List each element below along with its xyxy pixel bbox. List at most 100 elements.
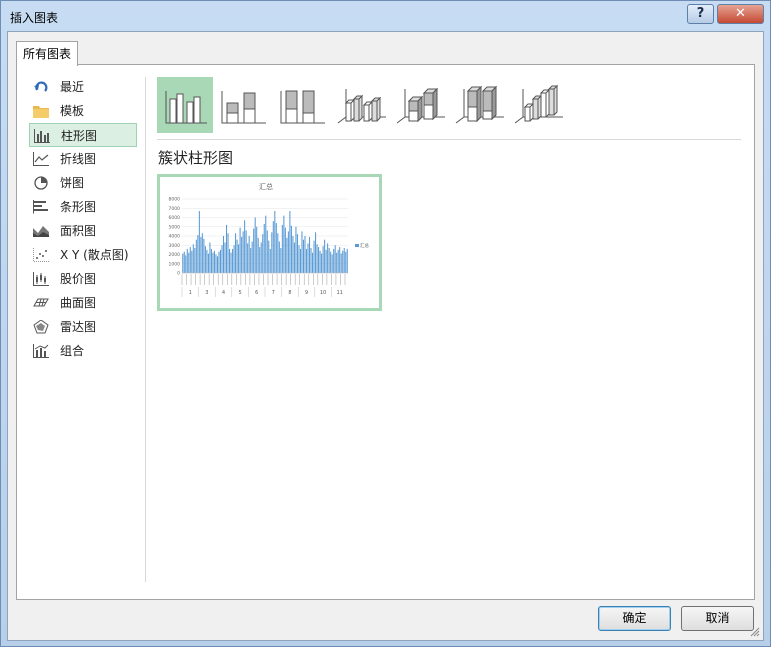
3d-column-subtype[interactable] — [511, 77, 567, 133]
bar — [247, 243, 249, 273]
bar — [218, 251, 220, 273]
chart-type-list: 最近 模板 柱形图 折线图 饼图 条形图 面积图 X Y (散点图) 股价图 曲… — [29, 75, 137, 363]
bar — [191, 250, 193, 273]
bar — [263, 223, 265, 273]
x-group-label: 1 — [189, 290, 192, 296]
bar — [209, 242, 211, 273]
bar — [194, 248, 196, 273]
bar — [192, 244, 194, 273]
bar — [189, 247, 191, 273]
scatter-chart-icon — [33, 248, 49, 262]
bar — [256, 226, 258, 273]
bar — [298, 245, 300, 273]
bar-chart-icon — [33, 200, 48, 214]
x-group-label: 7 — [272, 290, 275, 296]
sidebar-item-bar[interactable]: 条形图 — [29, 195, 137, 219]
bar — [203, 238, 205, 273]
bar — [213, 250, 215, 273]
dialog-client: 所有图表 最近 模板 柱形图 折线图 饼图 条形图 面积图 X Y (散点图) … — [7, 31, 764, 641]
stacked-column-subtype[interactable] — [216, 77, 272, 133]
sidebar-item-column[interactable]: 柱形图 — [29, 123, 137, 147]
combo-chart-icon — [33, 344, 49, 358]
bar — [224, 242, 226, 273]
chart-title: 汇总 — [259, 182, 273, 191]
legend-label: 汇总 — [360, 242, 369, 249]
x-group-label: 10 — [320, 290, 326, 296]
y-tick-label: 5000 — [169, 224, 181, 230]
bar — [225, 224, 228, 273]
bar — [302, 239, 305, 273]
bar — [219, 249, 222, 274]
bar — [336, 252, 338, 273]
bar — [185, 255, 187, 273]
bar — [241, 236, 243, 273]
tab-all-charts[interactable]: 所有图表 — [16, 41, 79, 66]
y-tick-label: 3000 — [169, 243, 181, 249]
bar — [343, 248, 345, 273]
sidebar-item-surface[interactable]: 曲面图 — [29, 291, 137, 315]
bar — [254, 217, 256, 273]
bar — [334, 245, 336, 273]
selected-chart-type-title: 簇状柱形图 — [158, 149, 234, 167]
bar — [229, 248, 231, 273]
clustered-column-subtype[interactable] — [157, 77, 213, 133]
bar — [215, 254, 217, 273]
bar — [274, 211, 276, 273]
sidebar-item-recent[interactable]: 最近 — [29, 75, 137, 99]
help-button[interactable]: ? — [687, 4, 714, 24]
sidebar-item-templates[interactable]: 模板 — [29, 99, 137, 123]
ok-button[interactable]: 确定 — [598, 606, 671, 631]
3d-column-icon — [514, 84, 563, 124]
pie-chart-icon — [34, 176, 48, 190]
3d-stacked-column-subtype[interactable] — [393, 77, 449, 133]
close-button[interactable]: ✕ — [717, 4, 764, 24]
bar — [197, 235, 199, 273]
bar — [296, 234, 298, 273]
bar — [268, 240, 270, 274]
bar — [308, 236, 311, 273]
chart-preview[interactable]: 汇总 0 1000 2000 3000 4000 5000 6000 7000 8000 1 3 4… — [157, 174, 382, 311]
100-stacked-column-subtype[interactable] — [275, 77, 331, 133]
3d-clustered-column-subtype[interactable] — [334, 77, 390, 133]
3d-100-stacked-column-subtype[interactable] — [452, 77, 508, 133]
sidebar-item-stock[interactable]: 股价图 — [29, 267, 137, 291]
bar — [310, 248, 312, 273]
bar — [304, 236, 306, 273]
bar — [227, 233, 229, 273]
cancel-button[interactable]: 取消 — [681, 606, 754, 631]
x-group-label: 5 — [239, 290, 242, 296]
bar — [339, 247, 341, 273]
area-chart-icon — [33, 226, 49, 237]
sidebar-item-pie[interactable]: 饼图 — [29, 171, 137, 195]
bar — [316, 244, 318, 273]
y-tick-label: 0 — [177, 271, 180, 277]
folder-icon — [33, 106, 49, 118]
bar — [183, 251, 185, 273]
x-group-label: 6 — [255, 290, 258, 296]
bar — [319, 250, 321, 273]
bar — [271, 232, 273, 273]
bar — [337, 249, 339, 274]
resize-grip-icon[interactable] — [750, 627, 760, 637]
title-bar: 插入图表 ? ✕ — [1, 1, 770, 31]
bar — [222, 236, 225, 273]
sidebar-item-combo[interactable]: 组合 — [29, 339, 137, 363]
bar — [313, 240, 315, 274]
sidebar-item-line[interactable]: 折线图 — [29, 147, 137, 171]
bar — [253, 228, 255, 273]
bar — [328, 248, 330, 273]
sidebar-item-area[interactable]: 面积图 — [29, 219, 137, 243]
bar — [201, 233, 203, 273]
bar — [182, 253, 184, 273]
bar — [345, 251, 347, 273]
bar — [233, 245, 235, 273]
bar — [327, 243, 329, 273]
bar — [324, 239, 326, 273]
bar — [206, 249, 208, 274]
bar — [333, 248, 335, 273]
sidebar-item-scatter[interactable]: X Y (散点图) — [29, 243, 137, 267]
sidebar-item-radar[interactable]: 雷达图 — [29, 315, 137, 339]
bar — [287, 231, 289, 274]
bar — [244, 220, 246, 273]
bar — [242, 231, 244, 274]
